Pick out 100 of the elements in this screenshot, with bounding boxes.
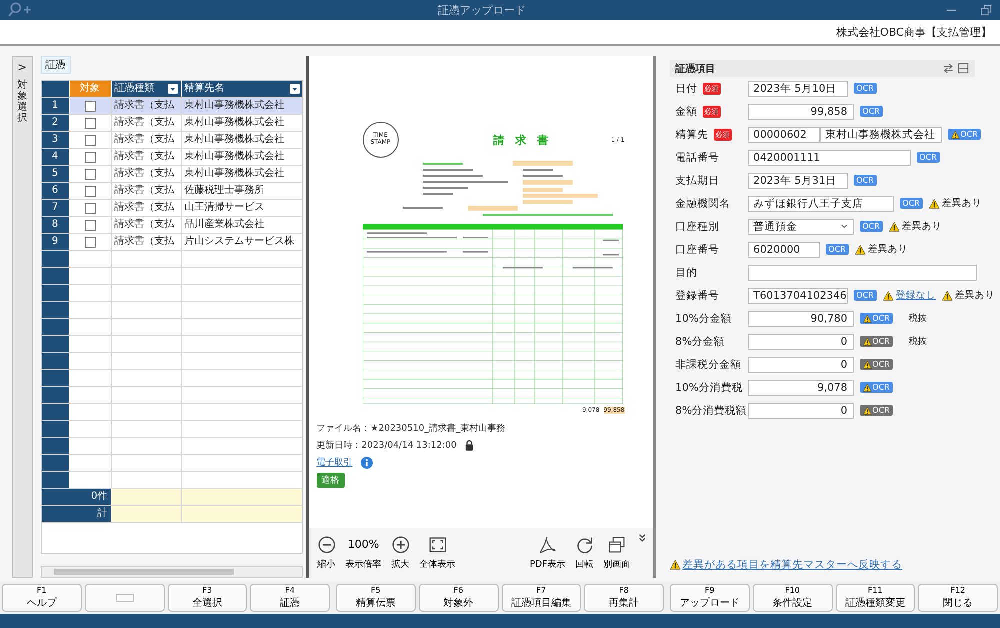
- grid-row[interactable]: 1 請求書（支払 東村山事務機株式会社: [42, 98, 302, 115]
- column-header[interactable]: 証憑種類: [112, 81, 182, 97]
- rotate-button[interactable]: 回転: [572, 536, 597, 570]
- function-key[interactable]: F10 条件設定: [752, 584, 832, 612]
- warning-icon: [929, 198, 940, 208]
- dropdown-field[interactable]: 普通預金: [748, 218, 854, 234]
- field-label: 8%分消費税額: [676, 404, 748, 418]
- input-field[interactable]: 00000602: [748, 126, 820, 142]
- grid-row[interactable]: 4 請求書（支払 東村山事務機株式会社: [42, 149, 302, 166]
- warning-icon: [862, 360, 872, 368]
- table-cell: 請求書（支払: [112, 217, 182, 233]
- grid-row[interactable]: 6 請求書（支払 佐藤税理士事務所: [42, 183, 302, 200]
- input-field[interactable]: 6020000: [748, 242, 820, 258]
- record-count: 0件: [42, 489, 112, 505]
- grid-row[interactable]: 2 請求書（支払 東村山事務機株式会社: [42, 115, 302, 132]
- input-field[interactable]: T6013704102346: [748, 288, 848, 304]
- function-key[interactable]: F8 再集計: [584, 584, 664, 612]
- pdf-button[interactable]: PDF表示: [527, 536, 569, 570]
- zoom-out-button[interactable]: 縮小: [314, 536, 339, 570]
- checkbox[interactable]: [84, 220, 96, 230]
- double-chevron-icon[interactable]: [638, 534, 647, 543]
- grid-row[interactable]: 5 請求書（支払 東村山事務機株式会社: [42, 166, 302, 183]
- table-cell: 東村山事務機株式会社: [182, 98, 302, 114]
- total-label: 計: [42, 506, 112, 522]
- input-field[interactable]: 2023年 5月10日: [748, 80, 848, 96]
- table-cell: 佐藤税理士事務所: [182, 183, 302, 199]
- checkbox[interactable]: [84, 236, 96, 248]
- difference-note: 差異あり: [902, 220, 942, 233]
- collapse-icon[interactable]: [958, 63, 969, 74]
- document-tab[interactable]: 証憑: [40, 56, 71, 74]
- field-label: 8%分金額: [676, 334, 726, 348]
- warning-icon: [862, 384, 872, 392]
- table-cell: 請求書（支払: [112, 166, 182, 182]
- difference-note: 差異あり: [942, 197, 982, 210]
- zoom-in-button[interactable]: 拡大: [388, 536, 413, 570]
- input-field[interactable]: 90,780: [748, 310, 854, 326]
- field-label: 10%分金額: [676, 312, 732, 326]
- checkbox[interactable]: [84, 118, 96, 128]
- checkbox[interactable]: [84, 100, 96, 112]
- table-cell: 片山システムサービス株: [182, 234, 302, 250]
- warning-icon: [862, 406, 872, 414]
- info-icon[interactable]: [360, 456, 373, 468]
- grid-row[interactable]: 8 請求書（支払 品川産業株式会社: [42, 217, 302, 234]
- function-key[interactable]: F5 精算伝票: [336, 584, 416, 612]
- function-key[interactable]: F1 ヘルプ: [2, 584, 82, 612]
- warning-icon: [889, 222, 900, 232]
- input-field[interactable]: みずほ銀行八王子支店: [748, 196, 894, 212]
- electronic-transaction-link[interactable]: 電子取引: [316, 456, 353, 469]
- input-field[interactable]: [748, 264, 977, 280]
- checkbox[interactable]: [84, 186, 96, 196]
- dropdown-icon[interactable]: [290, 84, 300, 94]
- input-field[interactable]: 0: [748, 334, 854, 350]
- input-field[interactable]: 0420001111: [748, 150, 911, 166]
- window-button[interactable]: 別画面: [600, 536, 634, 570]
- horizontal-scrollbar[interactable]: [40, 566, 303, 578]
- dropdown-icon[interactable]: [168, 84, 178, 94]
- field-label: 口座種別: [676, 220, 720, 234]
- input-field[interactable]: 東村山事務機株式会社: [820, 126, 942, 142]
- grid-row[interactable]: 9 請求書（支払 片山システムサービス株: [42, 234, 302, 251]
- fit-button[interactable]: 全体表示: [416, 536, 459, 570]
- function-key[interactable]: F3 全選択: [168, 584, 248, 612]
- function-key[interactable]: F4 証憑: [250, 584, 330, 612]
- ocr-button[interactable]: OCR: [860, 405, 893, 416]
- input-field[interactable]: 2023年 5月31日: [748, 172, 848, 188]
- zoom-level[interactable]: 100% 表示倍率: [342, 536, 385, 570]
- checkbox[interactable]: [84, 152, 96, 162]
- checkbox[interactable]: [84, 168, 96, 180]
- not-registered-link[interactable]: 登録なし: [896, 289, 936, 302]
- grid-row[interactable]: 3 請求書（支払 東村山事務機株式会社: [42, 132, 302, 149]
- input-field[interactable]: 9,078: [748, 380, 854, 396]
- tax-excluded-note: 税抜: [909, 336, 927, 348]
- table-cell: 東村山事務機株式会社: [182, 166, 302, 182]
- tax-excluded-note: 税抜: [909, 312, 927, 325]
- row-number: 6: [42, 183, 70, 199]
- reflect-link[interactable]: 差異がある項目を精算先マスターへ反映する: [682, 558, 903, 572]
- search-icon[interactable]: [8, 2, 32, 18]
- ocr-button[interactable]: OCR: [860, 359, 893, 370]
- grid-row[interactable]: 7 請求書（支払 山王清掃サービス: [42, 200, 302, 217]
- plus-circle-icon: [392, 536, 410, 554]
- checkbox[interactable]: [84, 134, 96, 146]
- swap-icon[interactable]: [943, 63, 954, 74]
- field-label: 非課税分金額: [676, 358, 742, 372]
- checkbox[interactable]: [84, 202, 96, 214]
- ocr-button[interactable]: OCR: [860, 336, 893, 347]
- input-field[interactable]: 0: [748, 402, 854, 418]
- function-key[interactable]: F11 証憑種類変更: [836, 584, 916, 612]
- input-field[interactable]: 0: [748, 356, 854, 372]
- field-label: 日付: [676, 82, 698, 96]
- function-key[interactable]: F6 対象外: [418, 584, 498, 612]
- side-tab[interactable]: > 対象選択: [12, 56, 33, 578]
- rotate-icon: [576, 536, 594, 554]
- warning-icon: [862, 338, 872, 346]
- column-header[interactable]: 精算先名: [182, 81, 302, 97]
- restore-icon[interactable]: [981, 4, 992, 16]
- function-key[interactable]: F7 証憑項目編集: [502, 584, 582, 612]
- function-key[interactable]: F9 アップロード: [670, 584, 750, 612]
- updated-time: 更新日時：2023/04/14 13:12:00: [316, 440, 457, 452]
- section-title: 証憑項目: [676, 62, 717, 76]
- function-key[interactable]: F12 閉じる: [918, 584, 998, 612]
- input-field[interactable]: 99,858: [748, 104, 854, 120]
